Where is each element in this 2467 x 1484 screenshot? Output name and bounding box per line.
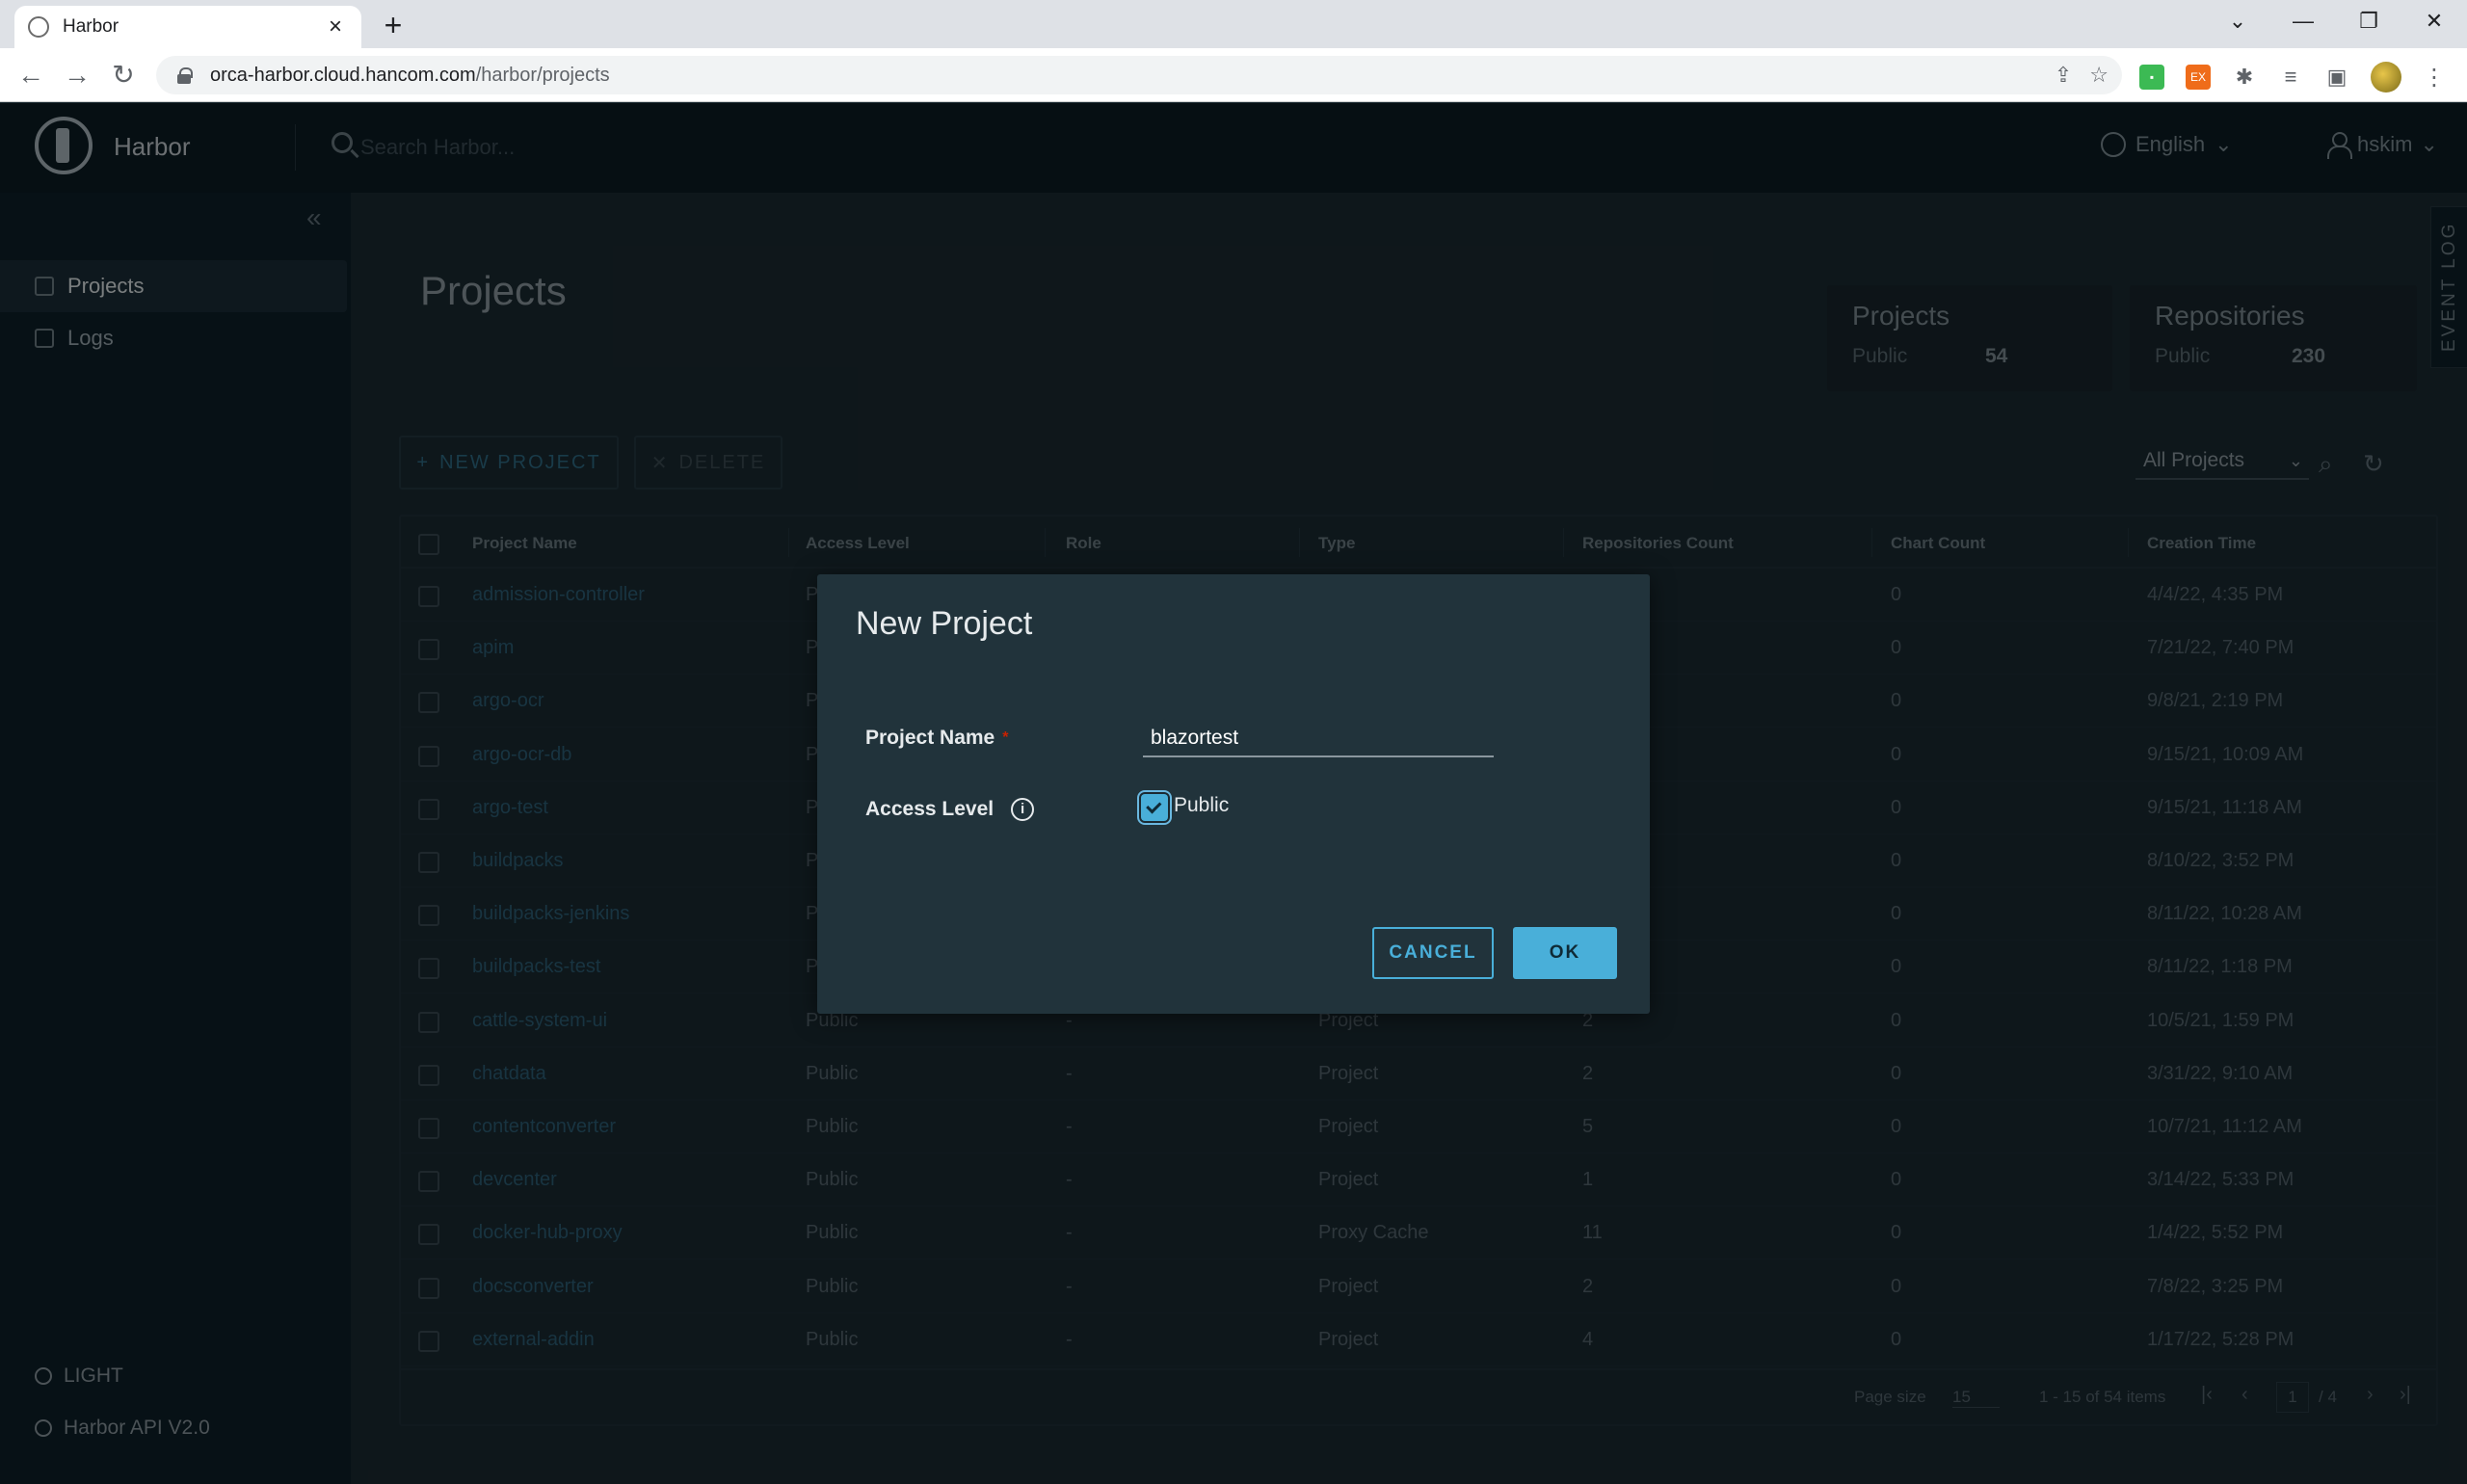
access-level-label: Access Level i	[865, 798, 1035, 821]
ok-button[interactable]: OK	[1513, 927, 1617, 979]
address-bar[interactable]: orca-harbor.cloud.hancom.com /harbor/pro…	[156, 56, 2122, 94]
browser-tab[interactable]: Harbor ×	[14, 6, 361, 48]
reload-icon[interactable]: ↻	[106, 58, 141, 93]
new-tab-button[interactable]: +	[376, 8, 411, 42]
extensions-area: ▪ EX ✱ ≡ ▣ ⋮	[2139, 62, 2446, 93]
url-path: /harbor/projects	[475, 64, 610, 86]
project-name-text: Project Name	[865, 727, 995, 749]
public-checkbox[interactable]	[1141, 794, 1168, 821]
public-checkbox-label[interactable]: Public	[1174, 794, 1229, 817]
puzzle-extensions-icon[interactable]: ✱	[2232, 65, 2257, 90]
chrome-menu-icon[interactable]: ⋮	[2423, 64, 2446, 92]
dialog-title: New Project	[856, 605, 1033, 642]
lock-icon[interactable]	[177, 67, 193, 84]
side-panel-icon[interactable]: ▣	[2324, 65, 2349, 90]
close-tab-icon[interactable]: ×	[323, 13, 348, 40]
restore-icon[interactable]: ❐	[2336, 0, 2401, 42]
info-icon[interactable]: i	[1011, 798, 1035, 821]
project-name-label: Project Name *	[865, 727, 1008, 750]
back-icon[interactable]: ←	[13, 58, 48, 93]
browser-tab-strip: Harbor × + ⌄ — ❐ ✕	[0, 0, 2467, 48]
profile-avatar[interactable]	[2371, 62, 2401, 93]
project-name-input[interactable]	[1143, 721, 1494, 757]
required-marker: *	[1002, 729, 1009, 746]
minimize-icon[interactable]: —	[2270, 0, 2336, 42]
browser-tab-title: Harbor	[63, 16, 119, 37]
access-level-text: Access Level	[865, 798, 995, 820]
close-window-icon[interactable]: ✕	[2401, 0, 2467, 42]
forward-icon[interactable]: →	[60, 58, 94, 93]
cancel-button[interactable]: CANCEL	[1372, 927, 1494, 979]
tab-search-icon[interactable]: ⌄	[2205, 0, 2270, 42]
harbor-favicon-icon	[28, 16, 49, 38]
window-controls: ⌄ — ❐ ✕	[2205, 0, 2467, 42]
green-extension-icon[interactable]: ▪	[2139, 65, 2164, 90]
browser-toolbar: ← → ↻ orca-harbor.cloud.hancom.com /harb…	[0, 48, 2467, 102]
bookmark-star-icon[interactable]: ☆	[2089, 62, 2109, 89]
url-host: orca-harbor.cloud.hancom.com	[210, 64, 476, 86]
orange-extension-icon[interactable]: EX	[2186, 65, 2211, 90]
reading-list-icon[interactable]: ≡	[2278, 65, 2303, 90]
share-icon[interactable]: ⇪	[2055, 62, 2072, 89]
new-project-dialog: New Project Project Name * Access Level …	[817, 574, 1650, 1014]
